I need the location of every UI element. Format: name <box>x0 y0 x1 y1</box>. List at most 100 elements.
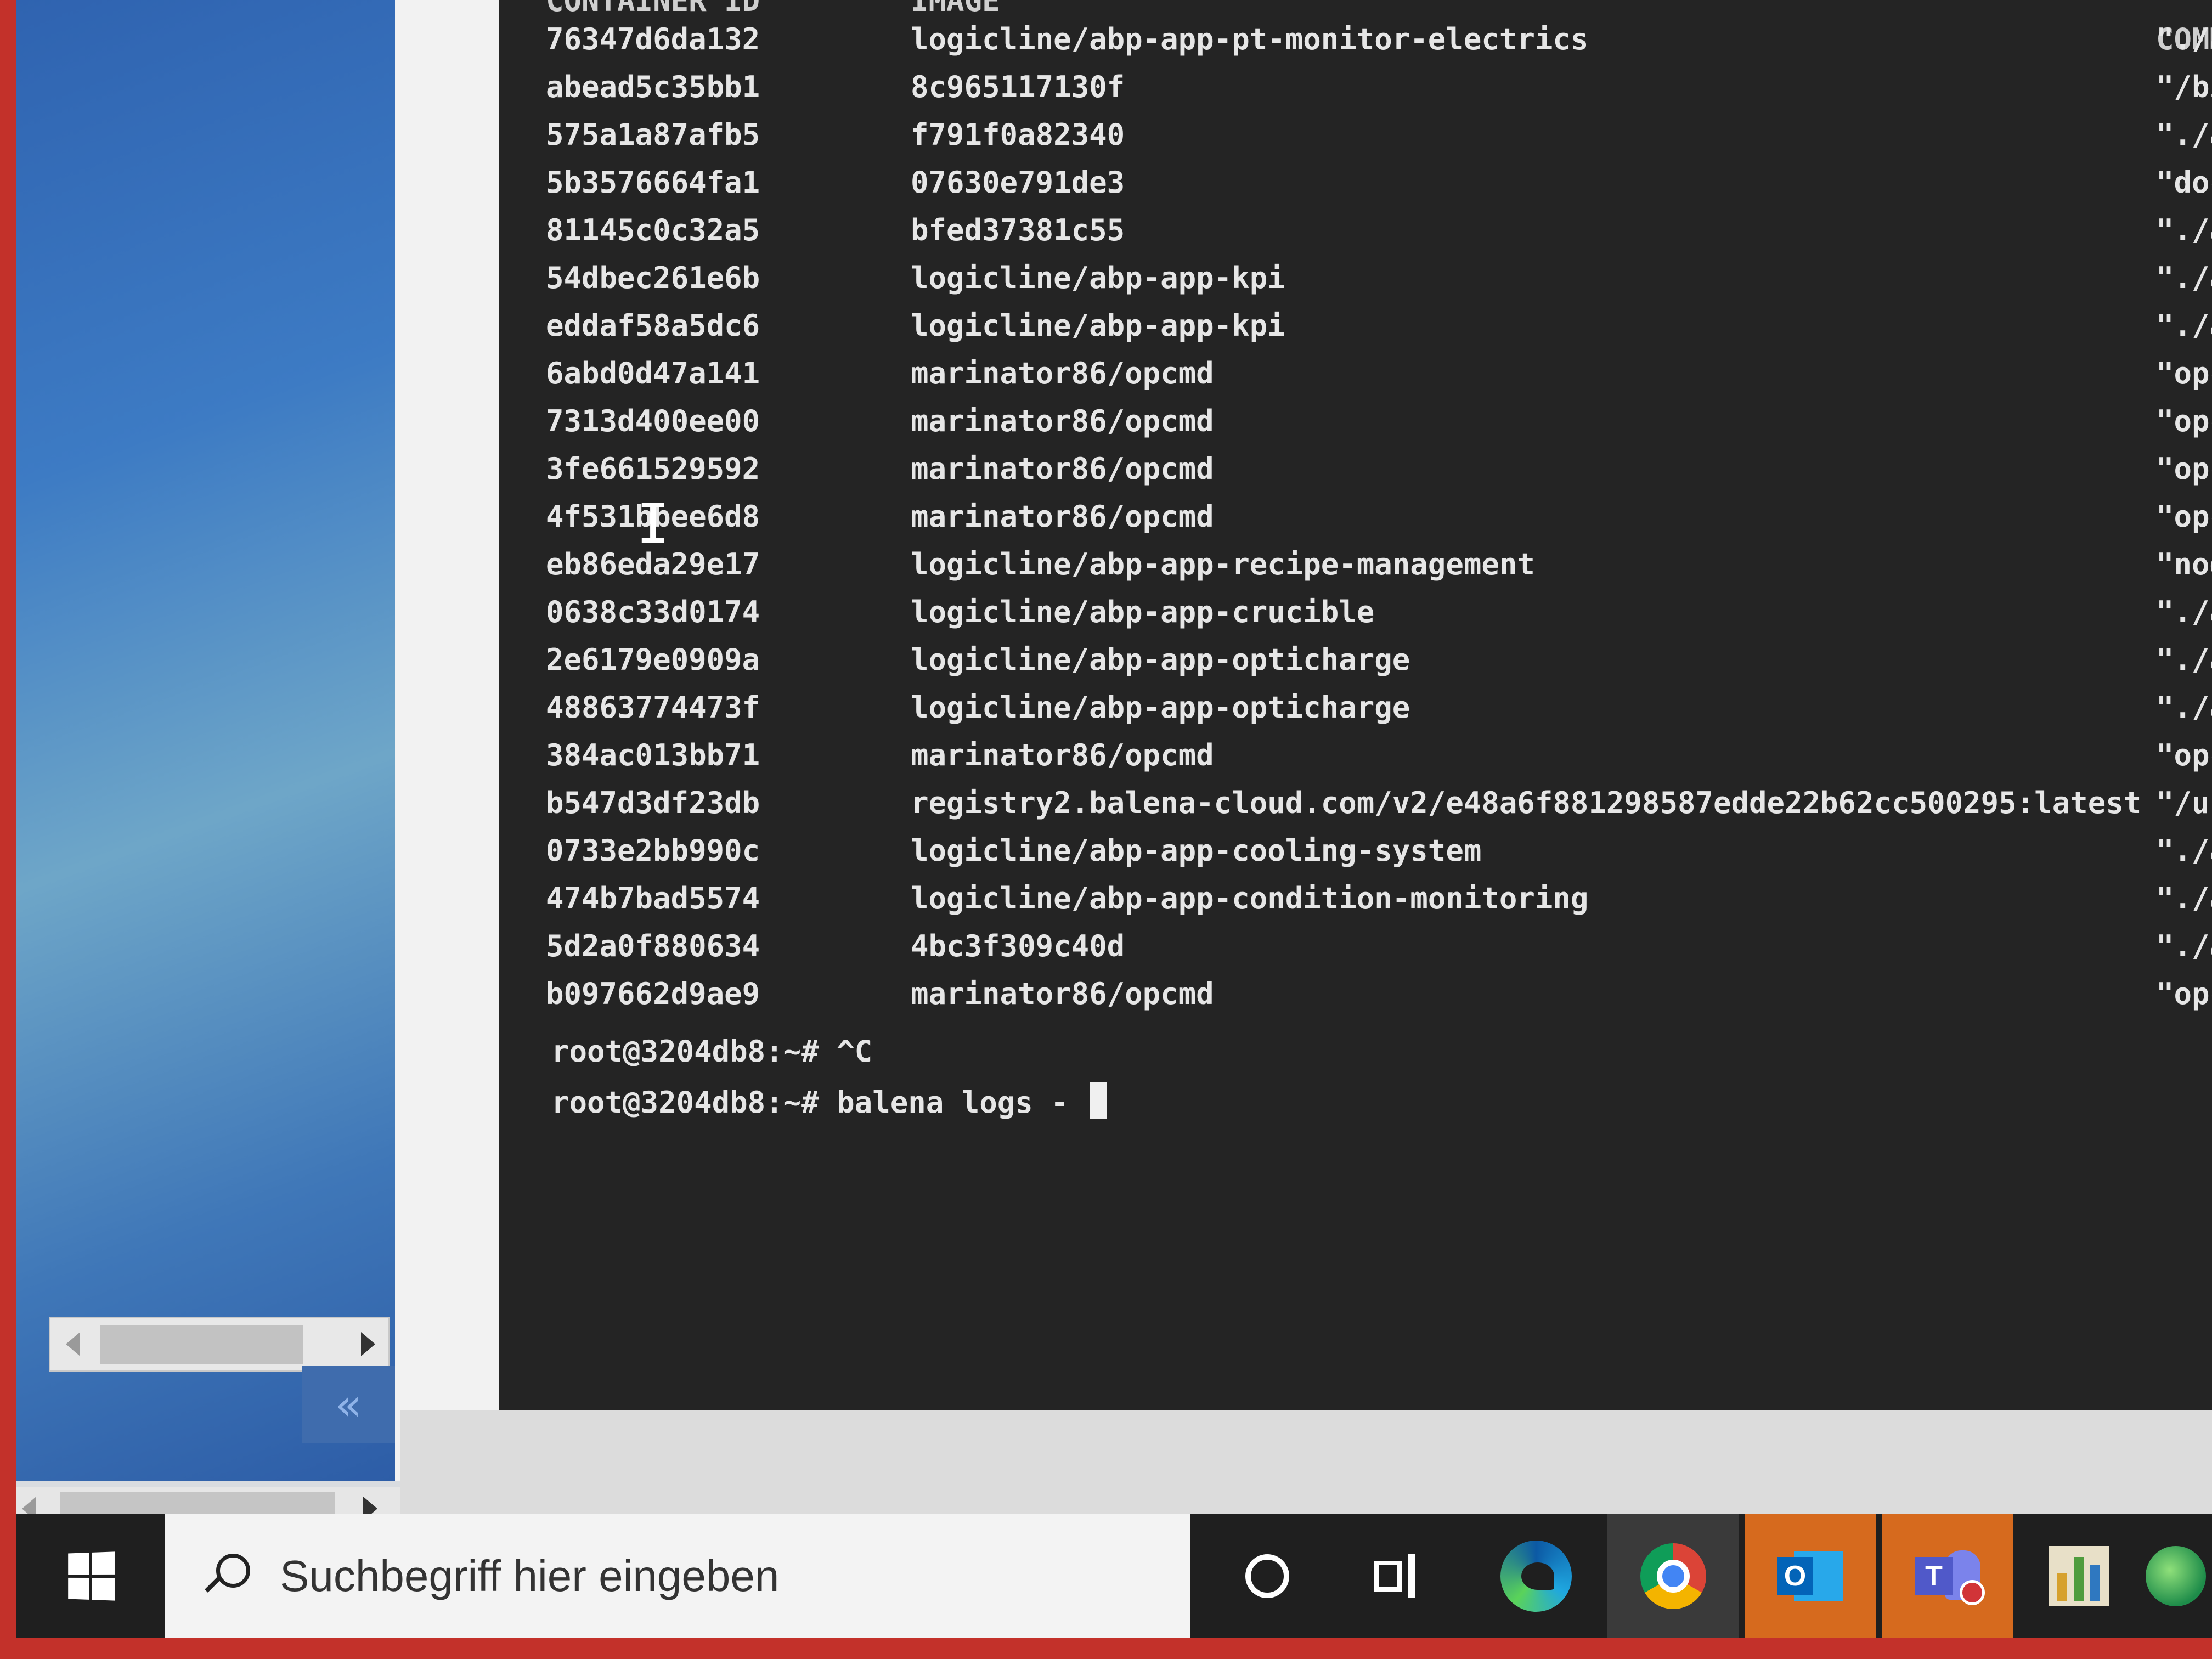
image-cell: logicline/abp-app-cooling-system <box>911 833 1482 868</box>
table-row: 54dbec261e6b logicline/abp-app-kpi "./a <box>499 261 2212 304</box>
container-id-cell: 5b3576664fa1 <box>546 165 760 200</box>
command-cell: "node <box>2156 547 2212 582</box>
scroll-right-arrow-icon[interactable] <box>361 1332 375 1356</box>
container-id-cell: 54dbec261e6b <box>546 261 760 295</box>
table-row: 48863774473f logicline/abp-app-opticharge… <box>499 690 2212 734</box>
container-id-cell: b547d3df23db <box>546 786 760 820</box>
edge-button[interactable] <box>1470 1514 1602 1638</box>
windows-start-icon <box>68 1551 115 1601</box>
prompt-line-active[interactable]: root@3204db8:~# balena logs - <box>551 1082 1108 1120</box>
outlook-button[interactable]: O <box>1745 1514 1876 1638</box>
scroll-left-arrow-icon[interactable] <box>66 1332 80 1356</box>
table-row: b097662d9ae9 marinator86/opcmd "opcu <box>499 977 2212 1020</box>
command-cell: "./ap <box>2156 595 2212 629</box>
container-id-cell: b097662d9ae9 <box>546 977 760 1011</box>
container-id-cell: 3fe661529592 <box>546 452 760 486</box>
ibeam-cursor-icon: I <box>636 492 670 556</box>
terminal-table-header: CONTAINER ID IMAGE COMM <box>499 0 2212 57</box>
table-row: 6abd0d47a141 marinator86/opcmd "opc <box>499 356 2212 400</box>
table-row: b547d3df23db registry2.balena-cloud.com/v… <box>499 786 2212 830</box>
outlook-icon: O <box>1778 1546 1843 1606</box>
command-cell: "./ap <box>2156 690 2212 725</box>
container-id-cell: 7313d400ee00 <box>546 404 760 438</box>
container-id-cell: eddaf58a5dc6 <box>546 308 760 343</box>
edge-icon <box>1500 1540 1572 1612</box>
command-cell: "./ap <box>2156 881 2212 916</box>
taskbar-search-box[interactable]: Suchbegriff hier eingeben <box>165 1514 1190 1638</box>
image-cell: marinator86/opcmd <box>911 356 1214 391</box>
table-row: 474b7bad5574 logicline/abp-app-condition-… <box>499 881 2212 925</box>
image-cell: logicline/abp-app-pt-monitor-electrics <box>911 22 1589 57</box>
prompt-line: root@3204db8:~# ^C <box>551 1034 872 1069</box>
task-view-button[interactable] <box>1333 1514 1465 1638</box>
container-id-cell: 474b7bad5574 <box>546 881 760 916</box>
globe-app-icon <box>2146 1545 2206 1606</box>
search-icon <box>203 1551 252 1601</box>
command-cell: "opcu <box>2156 977 2212 1011</box>
container-id-cell: 76347d6da132 <box>546 22 760 57</box>
container-id-cell: 0733e2bb990c <box>546 833 760 868</box>
image-cell: logicline/abp-app-opticharge <box>911 690 1410 725</box>
command-cell: "./a <box>2156 308 2212 343</box>
image-cell: marinator86/opcmd <box>911 404 1214 438</box>
image-cell: registry2.balena-cloud.com/v2/e48a6f8812… <box>911 786 2142 820</box>
container-id-cell: 5d2a0f880634 <box>546 929 760 963</box>
chart-app-icon <box>2049 1545 2109 1606</box>
globe-app-button[interactable] <box>2140 1514 2212 1638</box>
command-cell: "./a <box>2156 261 2212 295</box>
command-cell: "./a <box>2156 213 2212 247</box>
container-id-cell: 384ac013bb71 <box>546 738 760 772</box>
cortana-icon <box>1245 1554 1289 1598</box>
image-cell: bfed37381c55 <box>911 213 1125 247</box>
image-cell: 07630e791de3 <box>911 165 1125 200</box>
image-cell: logicline/abp-app-kpi <box>911 308 1285 343</box>
table-row: 76347d6da132 logicline/abp-app-pt-monitor… <box>499 22 2212 66</box>
header-image: IMAGE <box>911 0 1000 18</box>
command-cell: "./ap <box>2156 642 2212 677</box>
table-row: eddaf58a5dc6 logicline/abp-app-kpi "./a <box>499 308 2212 352</box>
command-cell: "opc <box>2156 452 2212 486</box>
table-row: 575a1a87afb5 f791f0a82340 "./a <box>499 117 2212 161</box>
side-panel: « <box>16 0 395 1481</box>
teams-button[interactable]: T <box>1882 1514 2013 1638</box>
text-cursor <box>1090 1082 1108 1119</box>
table-row: 0733e2bb990c logicline/abp-app-cooling-sy… <box>499 833 2212 877</box>
image-cell: logicline/abp-app-crucible <box>911 595 1375 629</box>
container-id-cell: 575a1a87afb5 <box>546 117 760 152</box>
table-row: 3fe661529592 marinator86/opcmd "opc <box>499 452 2212 495</box>
collapse-panel-button[interactable]: « <box>302 1366 395 1443</box>
table-row: 5d2a0f880634 4bc3f309c40d "./ap <box>499 929 2212 973</box>
command-cell: "./ap <box>2156 929 2212 963</box>
table-row: 4f531bbee6d8marinator86/opcmd"opc <box>499 499 2212 543</box>
terminal-window[interactable]: CONTAINER ID IMAGE COMM 76347d6da132 logi… <box>499 0 2212 1410</box>
command-cell: "/bi <box>2156 70 2212 104</box>
container-id-cell: abead5c35bb1 <box>546 70 760 104</box>
container-id-cell: 81145c0c32a5 <box>546 213 760 247</box>
table-row: 5b3576664fa1 07630e791de3 "doc <box>499 165 2212 209</box>
teams-icon: T <box>1915 1546 1985 1606</box>
window-background <box>400 1410 2212 1520</box>
image-cell: marinator86/opcmd <box>911 452 1214 486</box>
scrollbar-thumb[interactable] <box>100 1325 303 1364</box>
command-cell: "./a <box>2156 22 2212 57</box>
command-cell: "opc <box>2156 356 2212 391</box>
screen-bezel-bottom <box>0 1638 2212 1659</box>
side-panel-horizontal-scrollbar[interactable] <box>49 1317 390 1372</box>
table-row: 7313d400ee00 marinator86/opcmd "opc <box>499 404 2212 448</box>
image-cell: logicline/abp-app-opticharge <box>911 642 1410 677</box>
start-button[interactable] <box>16 1514 165 1638</box>
image-cell: 4bc3f309c40d <box>911 929 1125 963</box>
desktop-screen: « CONTAINER ID IMAGE COMM 76347d6da132 lo… <box>16 0 2212 1638</box>
container-id-cell: 48863774473f <box>546 690 760 725</box>
image-cell: logicline/abp-app-kpi <box>911 261 1285 295</box>
window-border <box>395 0 505 1481</box>
cortana-button[interactable] <box>1201 1514 1333 1638</box>
command-cell: "opcu <box>2156 738 2212 772</box>
table-row: abead5c35bb1 8c965117130f "/bi <box>499 70 2212 114</box>
table-row: 2e6179e0909a logicline/abp-app-opticharge… <box>499 642 2212 686</box>
header-container-id: CONTAINER ID <box>546 0 760 18</box>
chrome-button[interactable] <box>1607 1514 1739 1638</box>
table-row: 0638c33d0174 logicline/abp-app-crucible ".… <box>499 595 2212 639</box>
chart-app-button[interactable] <box>2013 1514 2145 1638</box>
image-cell: f791f0a82340 <box>911 117 1125 152</box>
